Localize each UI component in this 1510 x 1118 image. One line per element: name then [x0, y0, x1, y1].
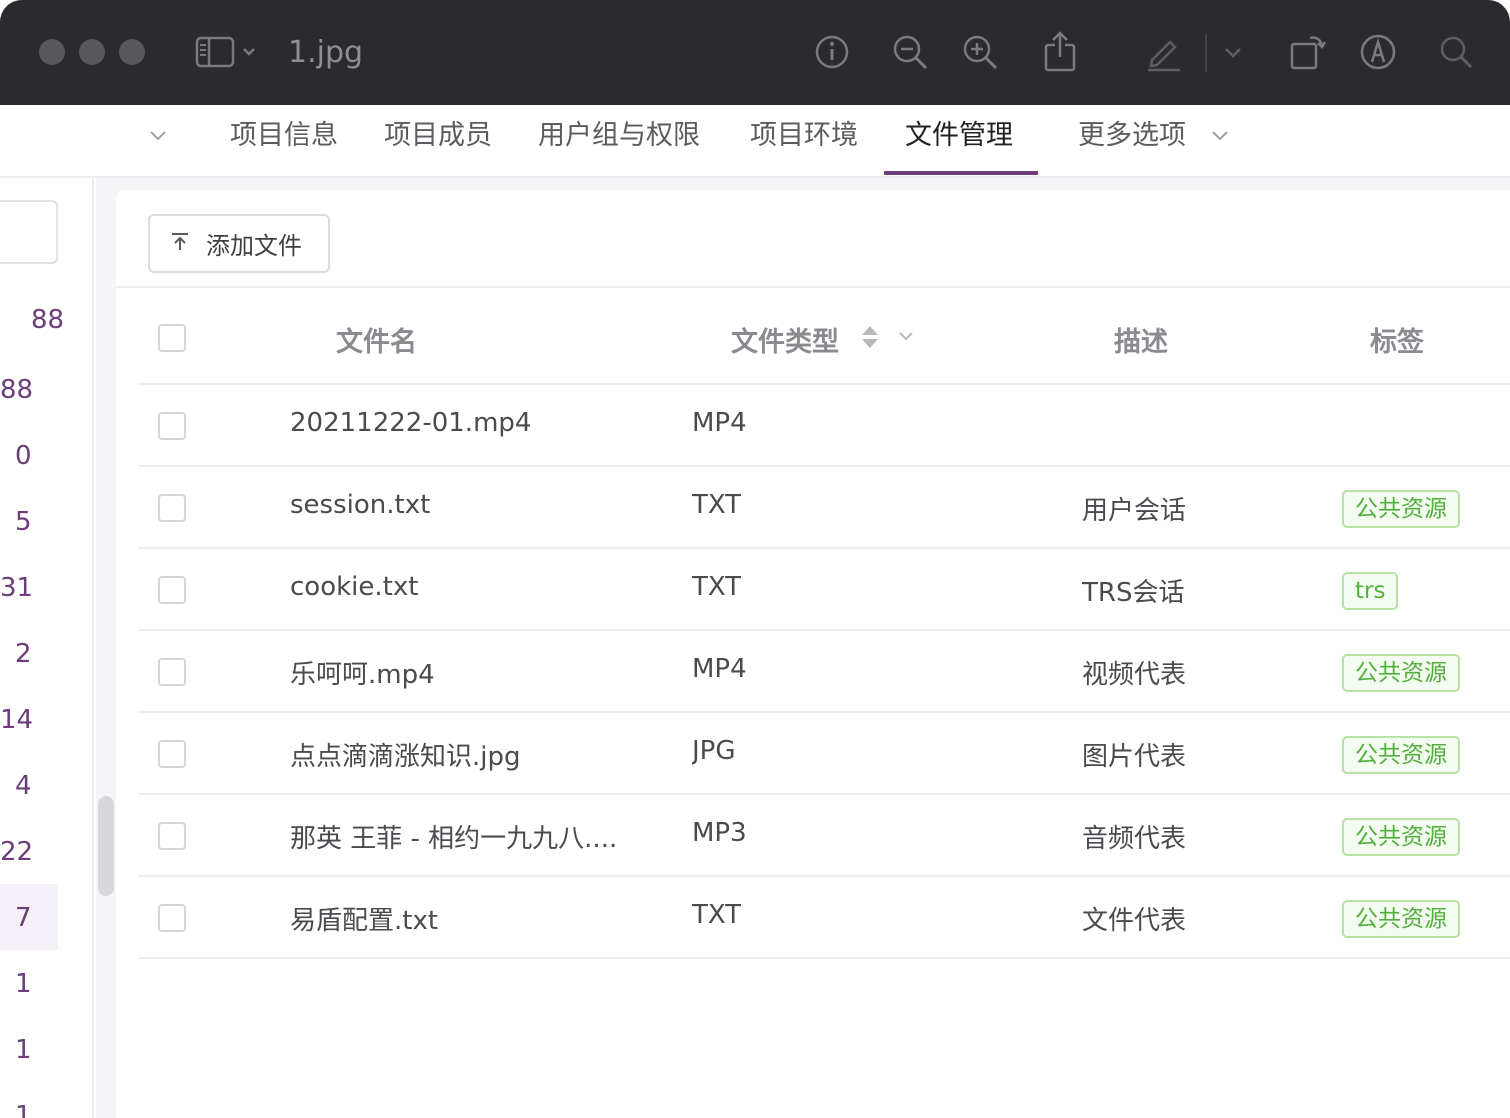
row-checkbox[interactable] [158, 412, 186, 440]
row-checkbox[interactable] [158, 904, 186, 932]
info-icon[interactable] [812, 30, 852, 74]
sidebar-count[interactable]: 22 [0, 836, 33, 868]
select-all-checkbox[interactable] [158, 324, 186, 352]
annotate-icon[interactable] [1358, 30, 1398, 74]
file-name[interactable]: 那英 王菲 - 相约一九九八.... [290, 818, 650, 855]
file-description: 文件代表 [1082, 906, 1187, 936]
file-description: 音频代表 [1082, 824, 1187, 854]
close-window-button[interactable] [39, 39, 65, 65]
file-tag: 公共资源 [1342, 654, 1460, 692]
column-header-type[interactable]: 文件类型 [731, 320, 839, 359]
file-description: 视频代表 [1082, 660, 1187, 690]
sidebar-count[interactable]: 88 [31, 304, 64, 336]
file-tag: 公共资源 [1342, 818, 1460, 856]
sort-icon[interactable] [860, 323, 880, 355]
add-file-label: 添加文件 [206, 232, 302, 260]
row-checkbox[interactable] [158, 740, 186, 768]
zoom-in-icon[interactable] [960, 30, 1000, 74]
file-type: JPG [692, 736, 736, 766]
rotate-icon[interactable] [1288, 30, 1328, 74]
tab-file-management[interactable]: 文件管理 [905, 105, 1013, 176]
file-name[interactable]: cookie.txt [290, 572, 418, 602]
sidebar-count[interactable]: 1 [15, 968, 32, 1000]
file-type: MP3 [692, 818, 747, 848]
sidebar-count[interactable]: 14 [0, 704, 33, 736]
row-divider [138, 629, 1510, 631]
sidebar-toggle-icon[interactable] [194, 30, 264, 74]
sidebar-count[interactable]: 1 [15, 1100, 32, 1118]
file-name[interactable]: 点点滴滴涨知识.jpg [290, 736, 521, 773]
file-description: 图片代表 [1082, 742, 1187, 772]
file-name[interactable]: 乐呵呵.mp4 [290, 654, 435, 691]
toolbar-separator [1205, 34, 1207, 72]
file-type: TXT [692, 572, 742, 602]
chevron-down-icon[interactable] [1210, 123, 1230, 151]
file-tag: trs [1342, 572, 1399, 610]
sidebar-count[interactable]: 5 [15, 506, 32, 538]
window-titlebar: 1.jpg [0, 0, 1510, 105]
file-toolbar: 添加文件 [116, 190, 1510, 288]
file-tag: 公共资源 [1342, 490, 1460, 528]
row-divider [138, 875, 1510, 877]
row-checkbox[interactable] [158, 658, 186, 686]
header-divider [138, 383, 1510, 385]
file-tag: 公共资源 [1342, 736, 1460, 774]
file-name[interactable]: 20211222-01.mp4 [290, 408, 531, 438]
markup-pen-icon[interactable] [1143, 30, 1185, 74]
row-divider [138, 465, 1510, 467]
file-tag: 公共资源 [1342, 900, 1460, 938]
row-divider [138, 957, 1510, 959]
sidebar-count[interactable]: 4 [15, 770, 32, 802]
sidebar-count[interactable]: 7 [15, 902, 32, 934]
file-description: 用户会话 [1082, 496, 1187, 526]
tab-bar: 项目信息 项目成员 用户组与权限 项目环境 文件管理 更多选项 [0, 105, 1510, 178]
row-divider [138, 547, 1510, 549]
tab-project-info[interactable]: 项目信息 [230, 105, 338, 176]
row-divider [138, 711, 1510, 713]
sidebar-search-input[interactable] [0, 200, 58, 264]
active-tab-indicator [884, 171, 1038, 175]
column-header-name[interactable]: 文件名 [336, 320, 417, 359]
row-divider [138, 793, 1510, 795]
file-description: TRS会话 [1082, 578, 1185, 608]
column-header-description: 描述 [1114, 327, 1168, 358]
file-management-panel: 添加文件 文件名 文件类型 描述 标签 20211222-01.mp4 MP4 … [116, 190, 1510, 1118]
row-checkbox[interactable] [158, 494, 186, 522]
share-icon[interactable] [1040, 30, 1080, 74]
filter-chevron-down-icon[interactable] [896, 326, 916, 350]
file-type: MP4 [692, 654, 747, 684]
sidebar-count[interactable]: 31 [0, 572, 33, 604]
chevron-down-icon[interactable] [1220, 30, 1246, 74]
sidebar-count[interactable]: 0 [15, 440, 32, 472]
window-title: 1.jpg [288, 35, 364, 70]
sidebar-count[interactable]: 1 [15, 1034, 32, 1066]
upload-icon [170, 232, 190, 256]
zoom-out-icon[interactable] [890, 30, 930, 74]
zoom-window-button[interactable] [119, 39, 145, 65]
sidebar-list: 88 88 0 5 31 2 14 4 22 7 1 1 1 [0, 178, 94, 1118]
chevron-down-icon[interactable] [148, 123, 168, 151]
file-name[interactable]: 易盾配置.txt [290, 900, 438, 937]
row-checkbox[interactable] [158, 822, 186, 850]
column-header-tags: 标签 [1370, 327, 1424, 358]
file-name[interactable]: session.txt [290, 490, 430, 520]
sidebar-scrollbar[interactable] [98, 796, 114, 896]
search-icon[interactable] [1436, 30, 1476, 74]
tab-project-environment[interactable]: 项目环境 [750, 105, 858, 176]
add-file-button[interactable]: 添加文件 [148, 214, 330, 273]
file-type: TXT [692, 490, 742, 520]
tab-project-members[interactable]: 项目成员 [384, 105, 492, 176]
tab-more-options[interactable]: 更多选项 [1078, 105, 1186, 176]
file-type: MP4 [692, 408, 747, 438]
file-type: TXT [692, 900, 742, 930]
tab-user-groups-permissions[interactable]: 用户组与权限 [538, 105, 700, 176]
sidebar-count[interactable]: 2 [15, 638, 32, 670]
row-checkbox[interactable] [158, 576, 186, 604]
minimize-window-button[interactable] [79, 39, 105, 65]
sidebar-count[interactable]: 88 [0, 374, 33, 406]
